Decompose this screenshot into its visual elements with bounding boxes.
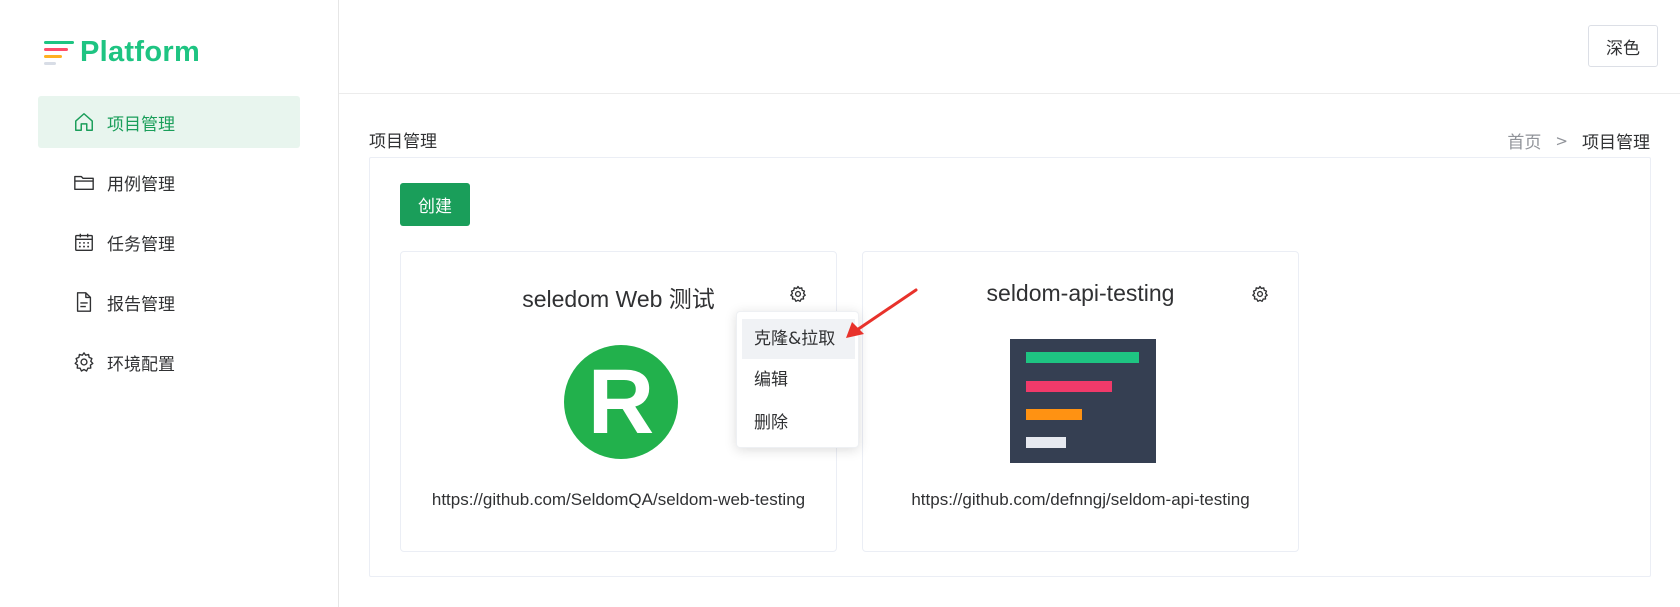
sidebar-item-label: 项目管理 <box>107 114 175 135</box>
create-project-button[interactable]: 创建 <box>400 183 470 226</box>
breadcrumb: 首页 > 项目管理 <box>1507 128 1650 154</box>
sidebar-item-reports[interactable]: 报告管理 <box>38 276 300 328</box>
sidebar-item-label: 任务管理 <box>107 234 175 255</box>
project-name: seldom-api-testing <box>986 280 1175 306</box>
sidebar-item-label: 环境配置 <box>107 354 175 375</box>
logo-letter: R <box>588 351 654 453</box>
project-bars-image <box>1010 339 1156 467</box>
sidebar-item-label: 用例管理 <box>107 174 175 195</box>
top-header: 深色 <box>339 0 1680 94</box>
project-name: seledom Web 测试 <box>522 286 715 312</box>
page-title: 项目管理 <box>369 132 437 152</box>
sidebar-item-tasks[interactable]: 任务管理 <box>38 216 300 268</box>
app-title: Platform <box>80 36 201 68</box>
document-icon <box>72 290 96 314</box>
project-card[interactable]: seldom-api-testing https://github.com/de… <box>862 251 1299 552</box>
home-icon <box>72 110 96 134</box>
breadcrumb-current: 项目管理 <box>1582 133 1650 153</box>
dropdown-item-delete[interactable]: 删除 <box>742 403 855 443</box>
folder-icon <box>72 170 96 194</box>
sidebar-item-projects[interactable]: 项目管理 <box>38 96 300 148</box>
sidebar-item-cases[interactable]: 用例管理 <box>38 156 300 208</box>
menu-lines-icon <box>44 38 74 68</box>
project-logo-image: R <box>564 345 678 463</box>
sidebar-item-environment[interactable]: 环境配置 <box>38 336 300 388</box>
breadcrumb-separator: > <box>1555 131 1568 150</box>
sidebar-item-label: 报告管理 <box>107 294 175 315</box>
settings-gear-icon[interactable] <box>1251 285 1269 303</box>
project-url: https://github.com/SeldomQA/seldom-web-t… <box>431 490 806 509</box>
logo[interactable]: Platform <box>44 36 200 69</box>
breadcrumb-home-link[interactable]: 首页 <box>1507 128 1541 153</box>
sidebar: Platform 项目管理 用例管理 任务管理 报告管理 环境配置 <box>0 0 339 607</box>
gear-icon <box>72 350 96 374</box>
annotation-arrow <box>846 288 918 338</box>
sidebar-menu: 项目管理 用例管理 任务管理 报告管理 环境配置 <box>38 96 300 396</box>
dropdown-item-edit[interactable]: 编辑 <box>742 360 855 400</box>
calendar-icon <box>72 230 96 254</box>
dropdown-item-clone-pull[interactable]: 克隆&拉取 <box>742 319 855 359</box>
settings-gear-icon[interactable] <box>789 285 807 303</box>
project-url: https://github.com/defnngj/seldom-api-te… <box>911 490 1250 509</box>
dark-theme-button[interactable]: 深色 <box>1588 25 1658 67</box>
